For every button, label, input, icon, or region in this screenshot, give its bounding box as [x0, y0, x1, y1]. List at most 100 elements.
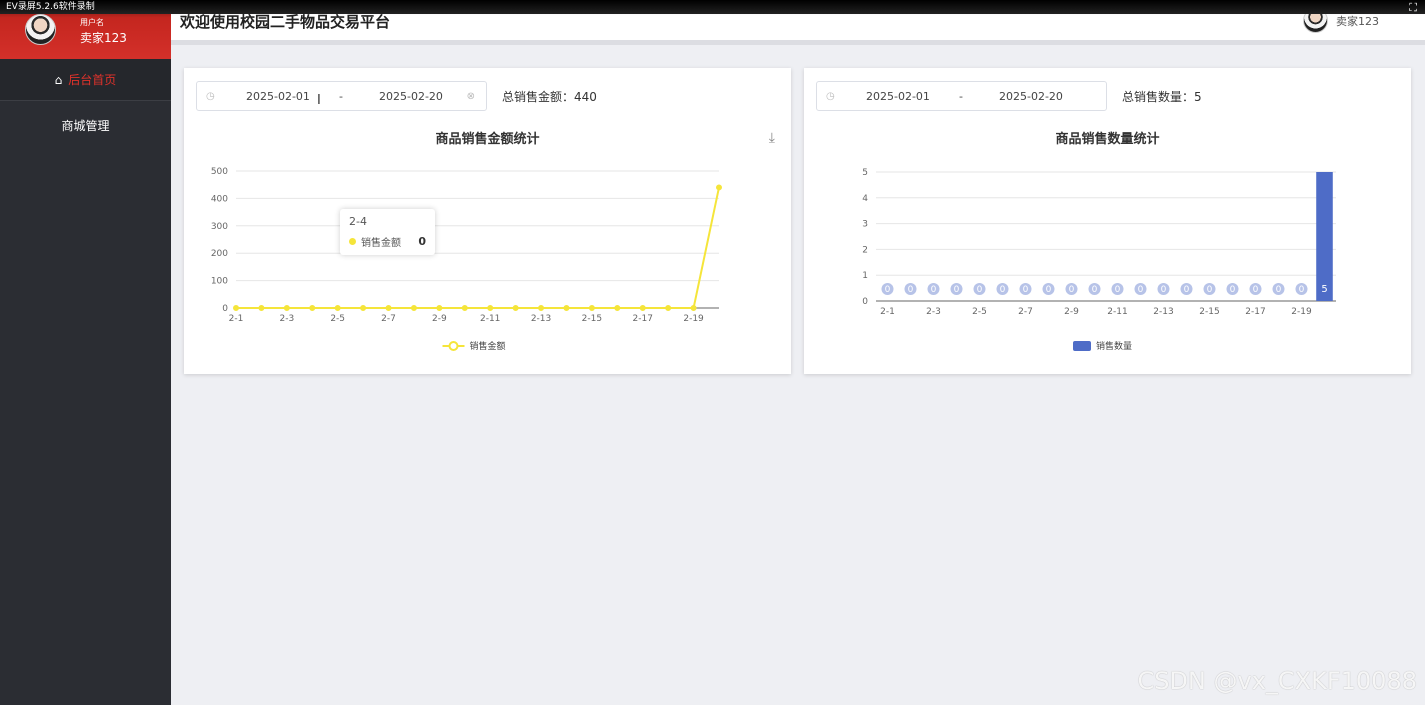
data-point	[639, 305, 646, 311]
x-tick-label: 2-5	[972, 307, 987, 317]
amount-chart-title: 商品销售金额统计	[435, 132, 540, 147]
data-label: 0	[1230, 285, 1236, 295]
x-tick-label: 2-9	[1064, 307, 1079, 317]
quantity-chart-title: 商品销售数量统计	[1055, 132, 1160, 147]
date-separator: -	[959, 89, 963, 103]
series-line	[236, 187, 720, 309]
y-tick-label: 3	[862, 220, 868, 230]
data-point	[563, 305, 570, 311]
text-cursor-icon: I	[317, 93, 321, 108]
x-tick-label: 2-15	[1199, 307, 1219, 317]
y-tick-label: 5	[862, 168, 868, 178]
x-tick-label: 2-11	[480, 314, 500, 324]
legend-swatch-icon	[1073, 341, 1091, 351]
y-tick-label: 400	[211, 194, 228, 204]
sidebar-item-shop[interactable]: 商城管理	[0, 104, 171, 146]
x-tick-label: 2-19	[1291, 307, 1312, 317]
x-tick-label: 2-7	[1018, 307, 1033, 317]
y-tick-label: 1	[862, 271, 868, 281]
data-point	[512, 305, 519, 311]
series-dot-icon	[349, 238, 356, 245]
avatar[interactable]	[25, 14, 56, 45]
data-point	[410, 305, 417, 311]
x-tick-label: 2-1	[880, 307, 895, 317]
x-tick-label: 2-3	[926, 307, 941, 317]
user-label: 用户名	[80, 18, 104, 27]
clock-icon: ◷	[206, 90, 215, 102]
data-point	[309, 305, 316, 311]
data-label: 0	[1115, 285, 1121, 295]
amount-panel: ◷ 2025-02-01 - 2025-02-20 ⊗ I 总销售金额：440 …	[184, 68, 791, 374]
data-label: 0	[954, 285, 960, 295]
data-point	[233, 305, 239, 311]
data-point	[334, 305, 341, 311]
data-point	[436, 305, 443, 311]
data-label: 0	[1000, 285, 1006, 295]
data-point	[614, 305, 621, 311]
data-point	[538, 305, 545, 311]
sidebar-item-label: 后台首页	[68, 73, 117, 87]
data-point	[665, 305, 672, 311]
date-end-input[interactable]: 2025-02-20	[999, 90, 1063, 103]
bar	[1316, 172, 1333, 301]
y-tick-label: 4	[862, 194, 868, 204]
user-name: 卖家123	[80, 31, 127, 45]
tooltip-row: 销售金额 0	[349, 234, 426, 249]
data-label: 5	[1321, 284, 1327, 295]
data-label: 0	[1299, 285, 1305, 295]
total-quantity-label: 总销售数量：	[1122, 90, 1195, 104]
x-tick-label: 2-9	[432, 314, 447, 324]
data-point	[588, 305, 595, 311]
legend-marker-icon	[448, 341, 459, 351]
total-quantity-value: 5	[1194, 90, 1202, 104]
y-tick-label: 2	[862, 245, 868, 255]
legend-label: 销售金额	[470, 340, 506, 352]
x-tick-label: 2-7	[381, 314, 396, 324]
quantity-bar-chart: 0 1 2 3 4 5 2-1 2-3 2-5 2-7 2-9 2-11 2-13 2-15 2-17 2-1…	[862, 168, 1336, 352]
data-label: 0	[1092, 285, 1098, 295]
data-point	[690, 305, 697, 311]
x-tick-label: 2-15	[582, 314, 602, 324]
amount-date-range-picker[interactable]: ◷ 2025-02-01 - 2025-02-20 ⊗	[196, 81, 487, 111]
x-tick-label: 2-17	[633, 314, 653, 324]
y-tick-label: 300	[211, 222, 228, 232]
data-point	[716, 184, 722, 191]
data-label: 0	[885, 285, 891, 295]
clear-icon[interactable]: ⊗	[467, 91, 475, 102]
data-label: 0	[1138, 285, 1144, 295]
data-label: 0	[977, 285, 983, 295]
home-icon: ⌂	[54, 72, 63, 87]
total-amount-value: 440	[574, 90, 597, 104]
recorder-label: EV录屏5.2.6软件录制	[6, 2, 95, 12]
data-point	[283, 305, 290, 311]
quantity-date-range-picker[interactable]: ◷ 2025-02-01 - 2025-02-20	[816, 81, 1107, 111]
date-end-input[interactable]: 2025-02-20	[379, 90, 443, 103]
y-tick-label: 0	[862, 297, 868, 307]
x-tick-label: 2-19	[683, 314, 704, 324]
tooltip-series: 销售金额	[361, 238, 401, 249]
page-title: 欢迎使用校园二手物品交易平台	[180, 13, 391, 31]
x-tick-label: 2-5	[330, 314, 345, 324]
x-tick-label: 2-1	[229, 314, 244, 324]
sidebar-item-home[interactable]: ⌂ 后台首页	[0, 59, 171, 101]
amount-line-chart: 0 100 200 300 400 500 2-1 2-3 2-5 2-7 2-9 2-11 2-13 2…	[211, 167, 722, 352]
download-icon[interactable]: ⤓	[769, 130, 775, 146]
data-point	[360, 305, 367, 311]
sidebar: 用户名 卖家123 ⌂ 后台首页 商城管理	[0, 0, 171, 705]
total-amount-label: 总销售金额：	[502, 90, 575, 104]
chart-tooltip: 2-4 销售金额 0	[340, 209, 435, 255]
y-tick-label: 200	[211, 249, 228, 259]
data-point	[258, 305, 265, 311]
date-start-input[interactable]: 2025-02-01	[246, 90, 310, 103]
x-tick-label: 2-13	[1153, 307, 1173, 317]
data-label: 0	[1184, 285, 1190, 295]
fullscreen-icon[interactable]: ⛶	[1409, 1, 1417, 15]
clock-icon: ◷	[826, 90, 835, 102]
date-start-input[interactable]: 2025-02-01	[866, 90, 930, 103]
y-tick-label: 500	[211, 167, 228, 177]
x-tick-label: 2-3	[279, 314, 294, 324]
data-point	[487, 305, 494, 311]
data-label: 0	[1046, 285, 1052, 295]
x-tick-label: 2-13	[531, 314, 551, 324]
header-user-name: 卖家123	[1336, 14, 1379, 28]
